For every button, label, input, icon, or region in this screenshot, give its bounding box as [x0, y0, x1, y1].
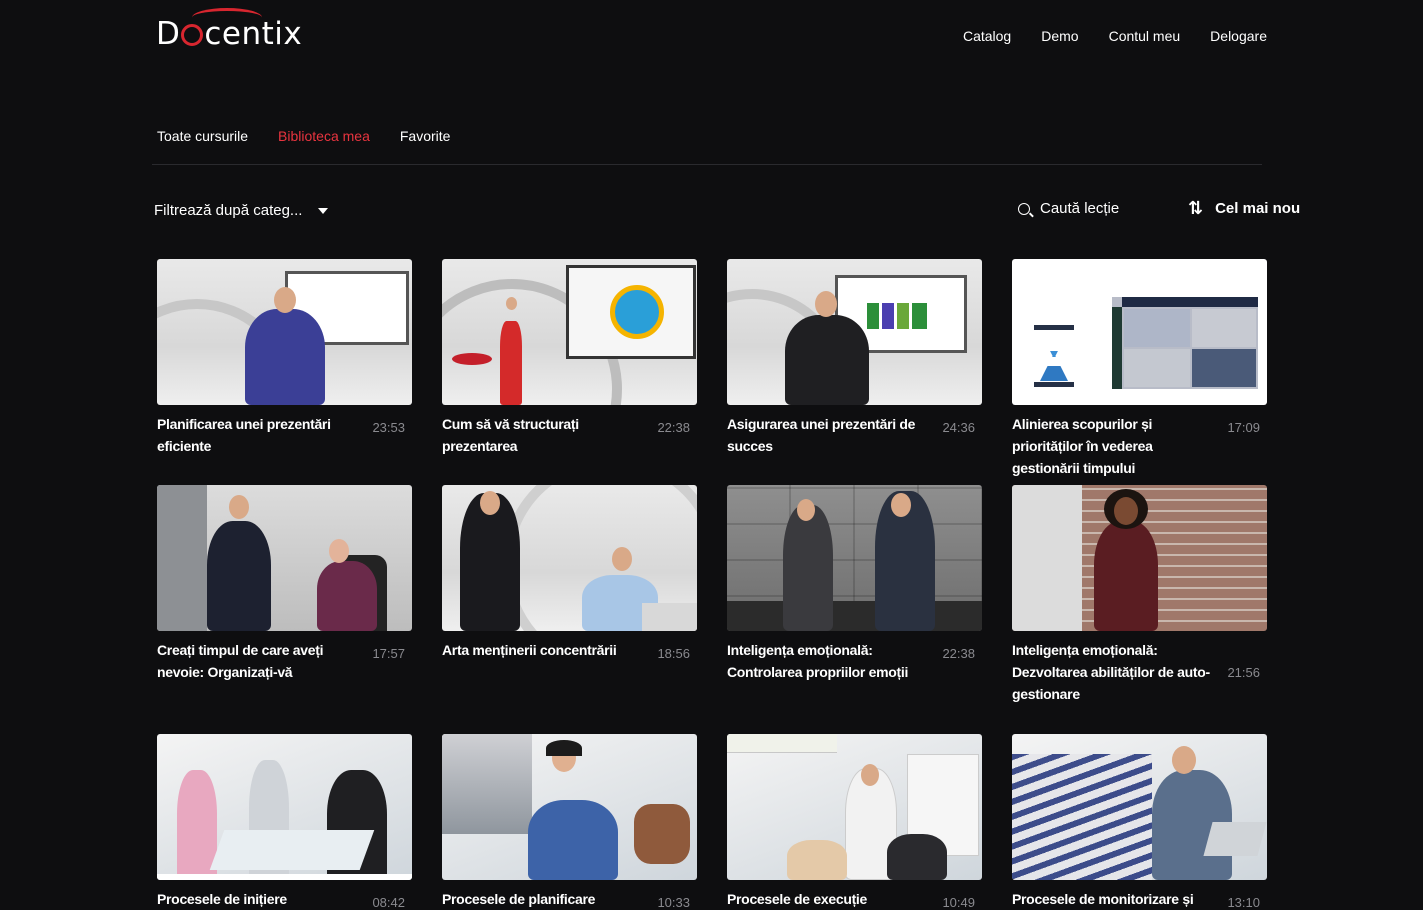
tab-my-library[interactable]: Biblioteca mea [278, 128, 370, 144]
course-thumbnail [727, 485, 982, 631]
course-thumbnail [157, 485, 412, 631]
course-duration: 17:09 [1227, 420, 1260, 435]
course-duration: 24:36 [942, 420, 975, 435]
search-icon [1018, 202, 1030, 215]
course-title: Cum să vă structurați prezentarea [442, 416, 579, 454]
course-title: Creați timpul de care aveți nevoie: Orga… [157, 642, 324, 680]
course-card[interactable]: Inteligența emoțională: Dezvoltarea abil… [1012, 485, 1267, 705]
sort-arrows-icon: ⇅ [1188, 198, 1204, 218]
course-thumbnail [1012, 259, 1267, 405]
course-duration: 17:57 [372, 646, 405, 661]
nav-account[interactable]: Contul meu [1109, 28, 1181, 44]
docentix-logo[interactable]: Dcentix [156, 8, 302, 54]
nav-catalog[interactable]: Catalog [963, 28, 1011, 44]
course-title: Planificarea unei prezentări eficiente [157, 416, 331, 454]
course-card[interactable]: Procesele de monitorizare și 13:10 [1012, 734, 1267, 910]
course-title: Alinierea scopurilor și priorităților în… [1012, 416, 1153, 476]
course-duration: 21:56 [1227, 664, 1260, 680]
course-title: Inteligența emoțională: Dezvoltarea abil… [1012, 642, 1210, 702]
course-duration: 08:42 [372, 895, 405, 910]
course-thumbnail [442, 734, 697, 880]
lesson-search[interactable]: Caută lecție [1018, 200, 1119, 217]
course-card[interactable]: Cum să vă structurați prezentarea 22:38 [442, 259, 697, 457]
course-title: Inteligența emoțională: Controlarea prop… [727, 642, 909, 680]
library-tabs: Toate cursurile Biblioteca mea Favorite [157, 128, 450, 144]
top-navigation: Catalog Demo Contul meu Delogare [963, 28, 1267, 44]
course-thumbnail [157, 259, 412, 405]
course-title: Procesele de planificare [442, 891, 596, 907]
course-card[interactable]: Arta menținerii concentrării 18:56 [442, 485, 697, 661]
course-title: Procesele de inițiere [157, 891, 287, 907]
course-card[interactable]: Procesele de inițiere 08:42 [157, 734, 412, 910]
course-duration: 22:38 [657, 420, 690, 435]
course-thumbnail [1012, 734, 1267, 880]
course-card[interactable]: Procesele de planificare 10:33 [442, 734, 697, 910]
tab-favorites[interactable]: Favorite [400, 128, 451, 144]
course-duration: 10:49 [942, 895, 975, 910]
sort-control[interactable]: ⇅ Cel mai nou [1188, 199, 1300, 217]
course-card[interactable]: Planificarea unei prezentări eficiente 2… [157, 259, 412, 457]
course-title: Procesele de execuție [727, 891, 868, 907]
category-filter-label: Filtrează după categ... [154, 202, 303, 219]
course-card[interactable]: Asigurarea unei prezentări de succes 24:… [727, 259, 982, 457]
course-title: Asigurarea unei prezentări de succes [727, 416, 916, 454]
course-card[interactable]: Inteligența emoțională: Controlarea prop… [727, 485, 982, 683]
logo-text: Dcentix [156, 8, 302, 52]
nav-logout[interactable]: Delogare [1210, 28, 1267, 44]
nav-demo[interactable]: Demo [1041, 28, 1078, 44]
sort-label: Cel mai nou [1215, 199, 1301, 217]
course-thumbnail [157, 734, 412, 880]
course-card[interactable]: Creați timpul de care aveți nevoie: Orga… [157, 485, 412, 683]
search-input[interactable]: Caută lecție [1040, 200, 1119, 217]
course-card[interactable]: Alinierea scopurilor și priorităților în… [1012, 259, 1267, 479]
course-duration: 22:38 [942, 646, 975, 661]
course-thumbnail [442, 259, 697, 405]
chevron-down-icon [318, 207, 329, 214]
tabs-divider [152, 164, 1262, 165]
course-thumbnail [1012, 485, 1267, 631]
course-thumbnail [727, 734, 982, 880]
logo-o-ring [181, 24, 204, 46]
tab-all-courses[interactable]: Toate cursurile [157, 128, 248, 144]
category-filter-dropdown[interactable]: Filtrează după categ... [154, 202, 329, 219]
course-duration: 18:56 [657, 646, 690, 661]
course-duration: 10:33 [657, 895, 690, 910]
course-card[interactable]: Procesele de execuție 10:49 [727, 734, 982, 910]
course-thumbnail [442, 485, 697, 631]
course-duration: 13:10 [1227, 895, 1260, 910]
course-title: Procesele de monitorizare și [1012, 891, 1194, 907]
course-title: Arta menținerii concentrării [442, 642, 617, 658]
course-thumbnail [727, 259, 982, 405]
course-duration: 23:53 [372, 420, 405, 435]
logo-swoosh [192, 8, 262, 27]
